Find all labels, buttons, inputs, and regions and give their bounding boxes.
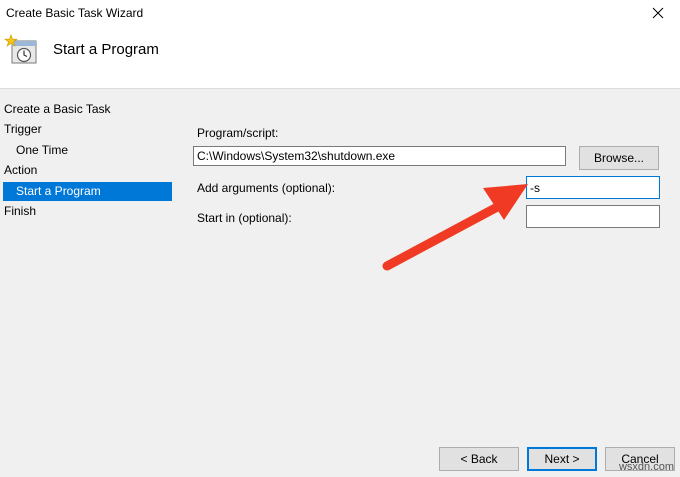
next-button[interactable]: Next > <box>527 447 597 471</box>
sidebar-item-action: Action <box>4 163 38 177</box>
close-icon <box>652 7 664 19</box>
browse-button[interactable]: Browse... <box>579 146 659 170</box>
wizard-footer: < Back Next > Cancel <box>0 439 680 477</box>
page-title: Start a Program <box>53 41 159 58</box>
add-arguments-label: Add arguments (optional): <box>197 181 336 195</box>
wizard-content: Program/script: Browse... Add arguments … <box>180 89 680 439</box>
sidebar-item-create-basic-task: Create a Basic Task <box>4 102 111 116</box>
add-arguments-input[interactable] <box>526 176 660 199</box>
close-button[interactable] <box>636 0 680 26</box>
back-button[interactable]: < Back <box>439 447 519 471</box>
watermark-text: wsxdn.com <box>618 461 674 473</box>
sidebar-item-finish: Finish <box>4 204 37 218</box>
start-in-input[interactable] <box>526 205 660 228</box>
sidebar-item-trigger: Trigger <box>4 122 42 136</box>
sidebar-item-start-a-program: Start a Program <box>3 182 172 201</box>
sidebar-item-one-time: One Time <box>16 143 69 157</box>
program-script-input[interactable] <box>193 146 566 166</box>
start-in-label: Start in (optional): <box>197 211 292 225</box>
wizard-steps-sidebar: Create a Basic Task Trigger One Time Act… <box>0 89 180 439</box>
window-title: Create Basic Task Wizard <box>6 6 144 20</box>
title-bar: Create Basic Task Wizard <box>0 0 680 26</box>
program-script-label: Program/script: <box>197 126 279 140</box>
wizard-header: Start a Program <box>0 26 680 89</box>
task-scheduler-clock-icon <box>4 34 37 64</box>
